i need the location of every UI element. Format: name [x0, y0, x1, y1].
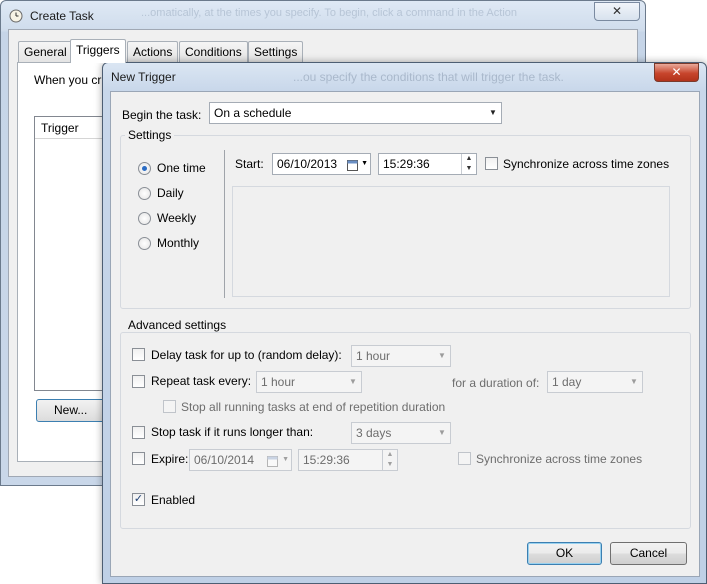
repeat-duration-dropdown[interactable]: 1 day ▼ [547, 371, 643, 393]
settings-divider [224, 150, 225, 298]
radio-daily[interactable] [138, 187, 151, 200]
new-trigger-ghost-text: ...ou specify the conditions that will t… [293, 70, 564, 84]
expire-label: Expire: [151, 452, 189, 466]
create-task-title: Create Task [30, 9, 94, 23]
repeat-task-label: Repeat task every: [151, 374, 252, 388]
stop-longer-value: 3 days [356, 426, 392, 440]
start-label: Start: [235, 157, 264, 171]
expire-sync-label: Synchronize across time zones [476, 452, 643, 466]
radio-monthly[interactable] [138, 237, 151, 250]
one-time-label: One time [157, 161, 206, 175]
start-date-picker[interactable]: 06/10/2013 ▼ [272, 153, 371, 175]
stop-longer-checkbox[interactable] [132, 426, 145, 439]
sync-timezones-checkbox[interactable] [485, 157, 498, 170]
begin-task-label: Begin the task: [122, 108, 202, 122]
close-icon: ✕ [611, 4, 623, 18]
delay-task-label: Delay task for up to (random delay): [151, 348, 342, 362]
start-date-value: 06/10/2013 [277, 157, 338, 171]
chevron-down-icon[interactable]: ▼ [282, 450, 289, 470]
weekly-label: Weekly [157, 211, 197, 225]
settings-group-title: Settings [125, 128, 175, 142]
expire-time-spinner[interactable]: ▲ ▼ [382, 450, 397, 470]
delay-duration-dropdown[interactable]: 1 hour ▼ [351, 345, 451, 367]
chevron-down-icon: ▼ [349, 377, 357, 386]
repeat-task-checkbox[interactable] [132, 375, 145, 388]
create-task-ghost-text: ...omatically, at the times you specify.… [141, 7, 518, 19]
start-time-field[interactable]: 15:29:36 ▲ ▼ [378, 153, 477, 175]
daily-label: Daily [157, 186, 184, 200]
chevron-down-icon: ▼ [630, 377, 638, 386]
chevron-down-icon: ▼ [489, 108, 497, 117]
delay-duration-value: 1 hour [356, 349, 391, 363]
new-trigger-close-button[interactable]: ✕ [654, 63, 699, 82]
begin-task-dropdown[interactable]: On a schedule ▼ [209, 102, 502, 124]
ok-button[interactable]: OK [527, 542, 602, 565]
tab-general[interactable]: General [18, 41, 73, 62]
check-icon: ✓ [133, 493, 144, 505]
sync-timezones-label: Synchronize across time zones [503, 157, 670, 171]
radio-weekly[interactable] [138, 212, 151, 225]
expire-date-picker[interactable]: 06/10/2014 ▼ [189, 449, 292, 471]
begin-task-value: On a schedule [214, 106, 292, 120]
enabled-checkbox[interactable]: ✓ [132, 493, 145, 506]
repeat-duration-value: 1 day [552, 375, 582, 389]
stop-all-running-checkbox[interactable] [163, 400, 176, 413]
start-time-value: 15:29:36 [383, 157, 430, 171]
stop-all-running-label: Stop all running tasks at end of repetit… [181, 400, 446, 414]
advanced-settings-title: Advanced settings [125, 318, 230, 332]
stop-longer-label: Stop task if it runs longer than: [151, 425, 314, 439]
calendar-icon[interactable] [267, 453, 278, 473]
chevron-down-icon[interactable]: ▼ [361, 154, 368, 174]
duration-label: for a duration of: [452, 376, 540, 390]
tab-actions[interactable]: Actions [127, 41, 179, 62]
enabled-label: Enabled [151, 493, 196, 507]
expire-time-field[interactable]: 15:29:36 ▲ ▼ [298, 449, 398, 471]
new-trigger-dialog: New Trigger ...ou specify the conditions… [102, 62, 707, 584]
repeat-interval-dropdown[interactable]: 1 hour ▼ [256, 371, 362, 393]
cancel-button[interactable]: Cancel [610, 542, 687, 565]
new-trigger-client: Begin the task: On a schedule ▼ Settings… [110, 91, 700, 577]
triggers-description: When you cr [34, 73, 102, 87]
clock-icon [9, 9, 23, 23]
tab-settings[interactable]: Settings [248, 41, 304, 62]
chevron-down-icon: ▼ [438, 351, 446, 360]
expire-sync-checkbox[interactable] [458, 452, 471, 465]
delay-task-checkbox[interactable] [132, 348, 145, 361]
repeat-interval-value: 1 hour [261, 375, 296, 389]
expire-time-value: 15:29:36 [303, 453, 350, 467]
tab-conditions[interactable]: Conditions [179, 41, 248, 62]
new-trigger-button[interactable]: New... [36, 399, 106, 422]
new-trigger-title: New Trigger [111, 70, 176, 84]
recurrence-panel [232, 186, 670, 297]
calendar-icon[interactable] [347, 157, 358, 177]
create-task-close-button[interactable]: ✕ [594, 2, 640, 21]
chevron-down-icon: ▼ [438, 428, 446, 437]
monthly-label: Monthly [157, 236, 200, 250]
start-time-spinner[interactable]: ▲ ▼ [461, 154, 476, 174]
expire-checkbox[interactable] [132, 452, 145, 465]
stop-longer-dropdown[interactable]: 3 days ▼ [351, 422, 451, 444]
close-icon: ✕ [671, 65, 682, 79]
expire-date-value: 06/10/2014 [194, 453, 255, 467]
tab-triggers[interactable]: Triggers [70, 39, 126, 63]
radio-one-time[interactable] [138, 162, 151, 175]
